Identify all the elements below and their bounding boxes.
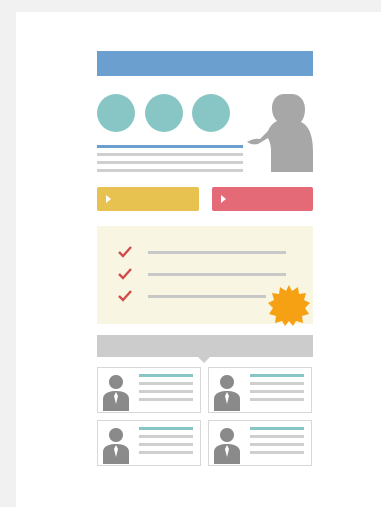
yellow-button[interactable]: [97, 187, 199, 211]
profile-text-line: [139, 435, 193, 438]
profile-card[interactable]: [97, 420, 201, 466]
profile-text-line: [250, 382, 304, 385]
text-line-accent: [97, 145, 243, 148]
section-bar: [97, 335, 313, 357]
check-icon: [118, 246, 132, 258]
profile-text-line: [250, 435, 304, 438]
checklist-line: [148, 273, 286, 276]
profile-name-line: [250, 427, 304, 430]
check-icon: [118, 290, 132, 302]
profile-text-line: [139, 382, 193, 385]
text-line: [97, 169, 243, 172]
profile-card[interactable]: [97, 367, 201, 413]
profile-text-line: [250, 451, 304, 454]
profile-card[interactable]: [208, 367, 312, 413]
profile-text-line: [250, 398, 304, 401]
section-bar-pointer: [198, 357, 210, 363]
profile-card[interactable]: [208, 420, 312, 466]
profile-name-line: [139, 374, 193, 377]
profile-text-line: [139, 390, 193, 393]
profile-text-line: [139, 398, 193, 401]
play-arrow-icon: [106, 195, 111, 203]
profile-name-line: [139, 427, 193, 430]
person-avatar-icon: [214, 375, 240, 411]
profile-text-line: [250, 390, 304, 393]
profile-text-line: [139, 443, 193, 446]
checklist-line: [148, 295, 266, 298]
checklist-line: [148, 251, 286, 254]
circle-icon: [97, 94, 135, 132]
check-icon: [118, 268, 132, 280]
text-line: [97, 153, 243, 156]
header-bar: [97, 51, 313, 76]
text-line: [97, 161, 243, 164]
presenter-silhouette-icon: [247, 94, 313, 172]
person-avatar-icon: [103, 428, 129, 464]
play-arrow-icon: [221, 195, 226, 203]
circle-icon: [192, 94, 230, 132]
person-avatar-icon: [103, 375, 129, 411]
red-button[interactable]: [212, 187, 313, 211]
profile-text-line: [139, 451, 193, 454]
starburst-badge-icon: [268, 285, 310, 326]
profile-name-line: [250, 374, 304, 377]
person-avatar-icon: [214, 428, 240, 464]
circle-icon: [145, 94, 183, 132]
profile-text-line: [250, 443, 304, 446]
